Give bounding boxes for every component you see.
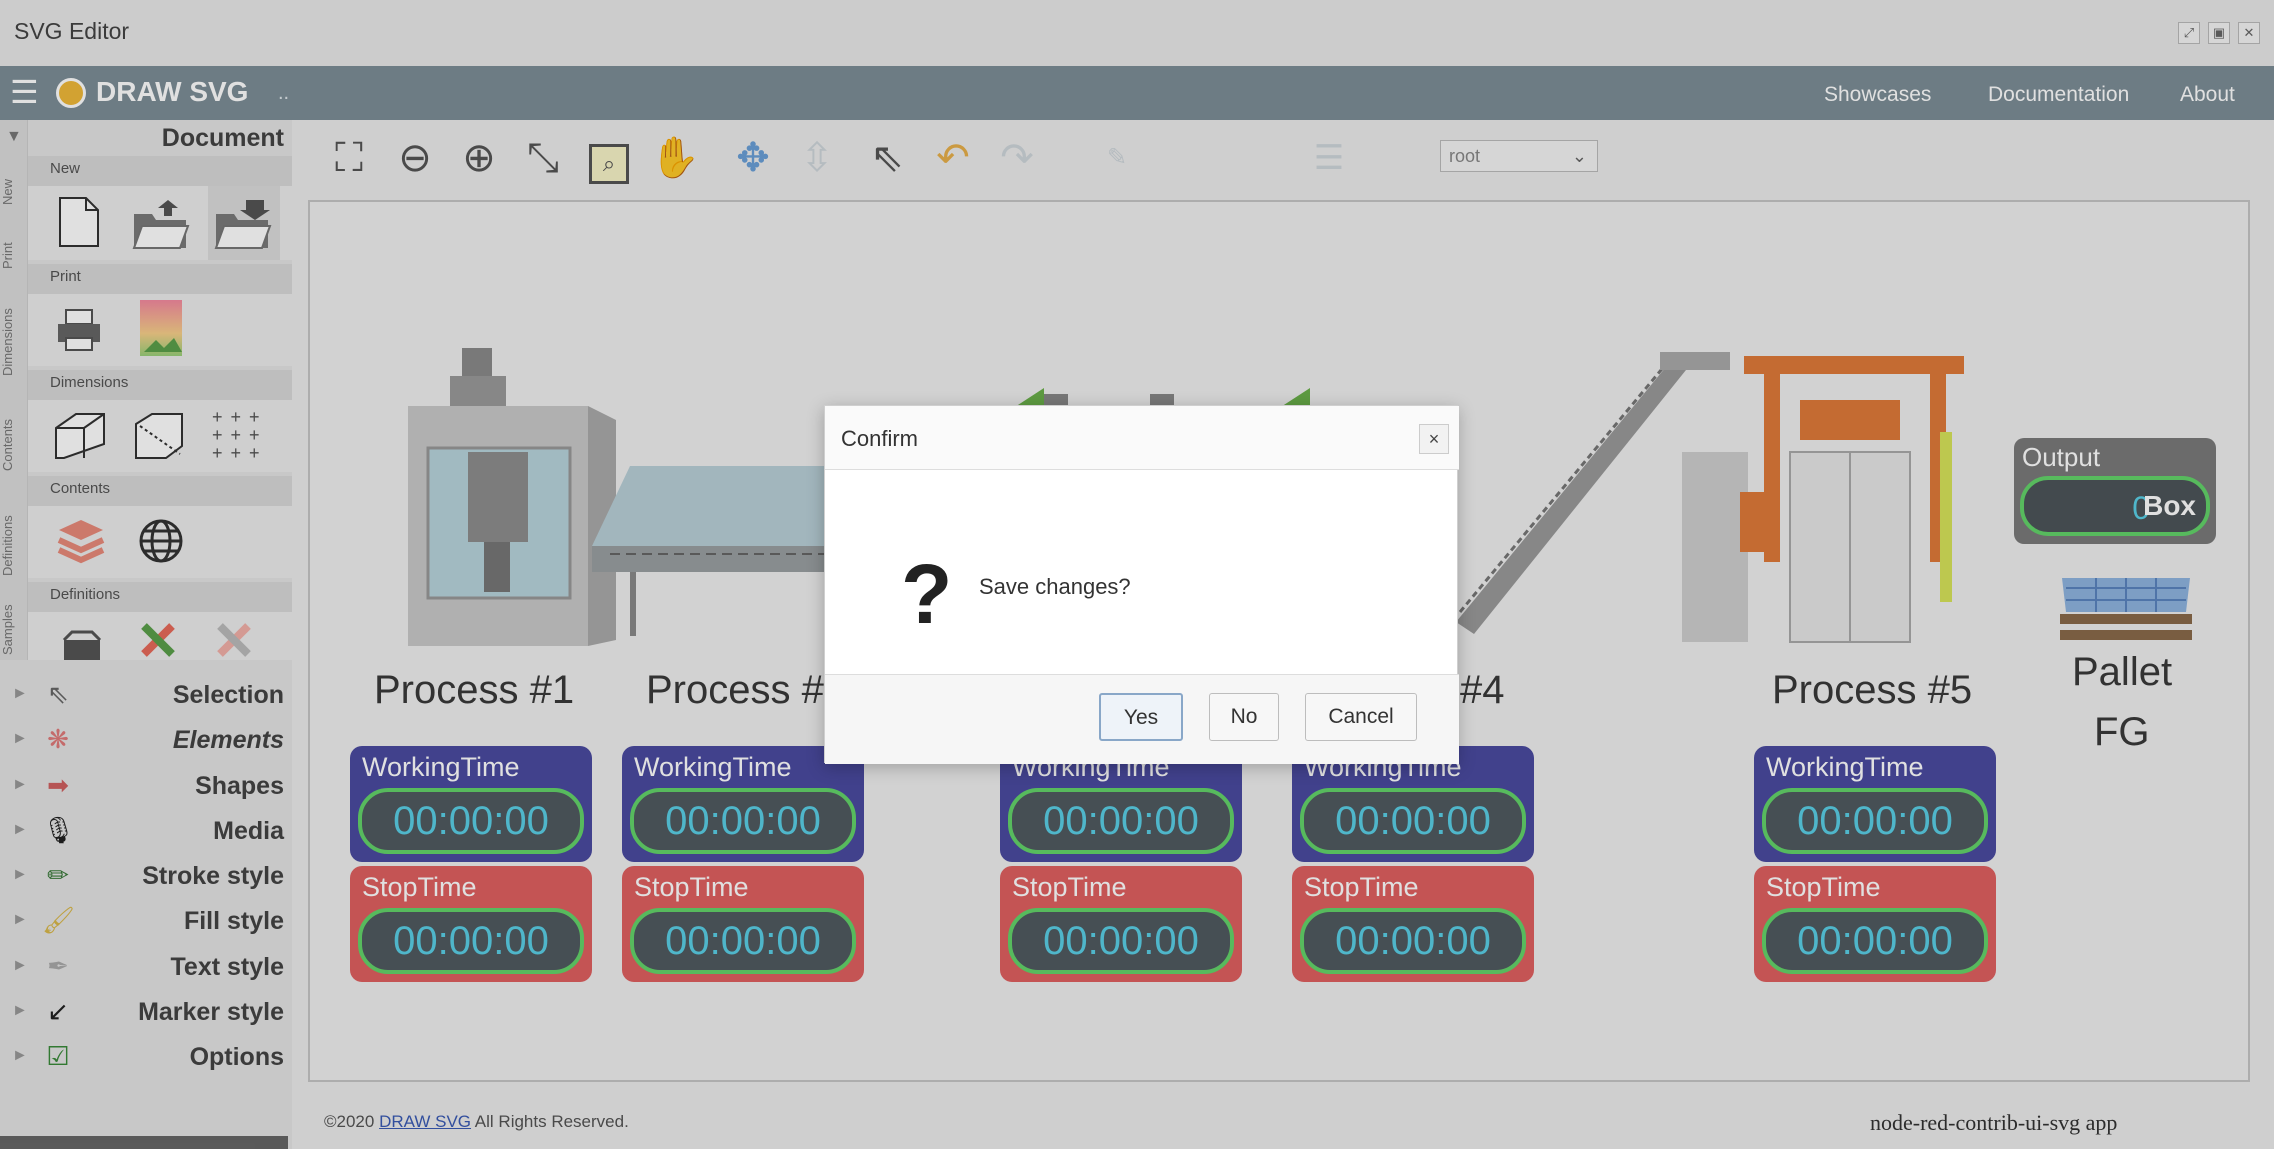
cancel-button[interactable]: Cancel [1305, 693, 1417, 741]
dialog-close-icon[interactable]: × [1419, 424, 1449, 454]
question-mark-icon: ? [901, 547, 953, 641]
no-button[interactable]: No [1209, 693, 1279, 741]
yes-button[interactable]: Yes [1099, 693, 1183, 741]
confirm-dialog: Confirm × ? Save changes? Yes No Cancel [824, 405, 1459, 764]
dialog-header: Confirm × [825, 406, 1459, 470]
dialog-title: Confirm [841, 426, 919, 451]
dialog-footer: Yes No Cancel [825, 674, 1459, 764]
dialog-message: Save changes? [979, 574, 1131, 599]
